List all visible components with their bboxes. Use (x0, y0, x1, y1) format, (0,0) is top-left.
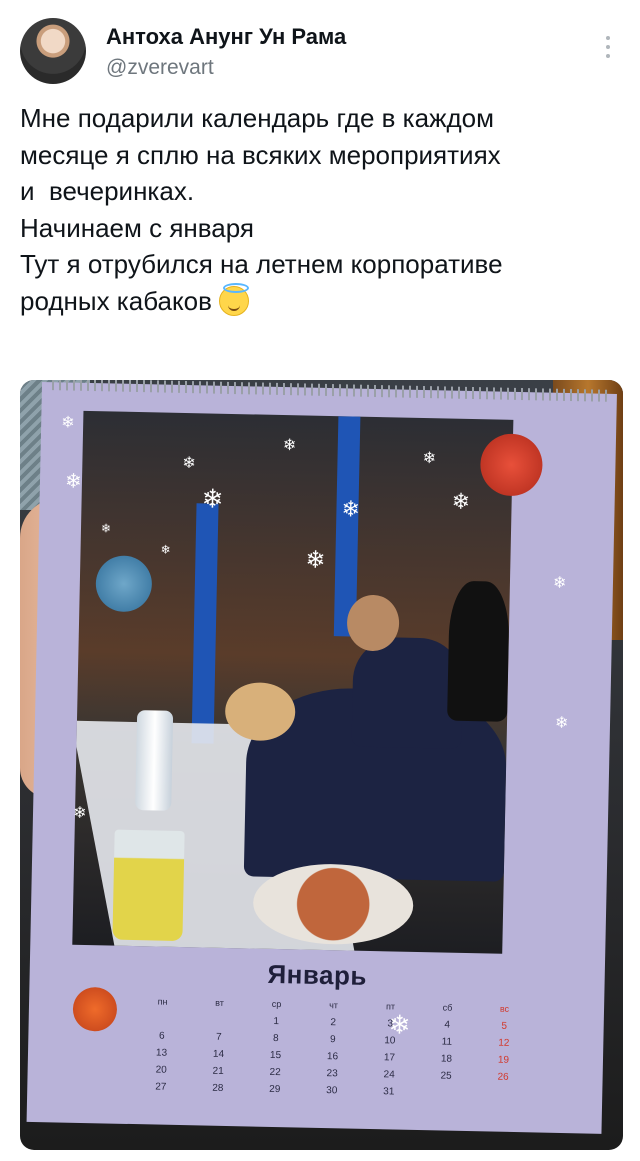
christmas-ball-ornament-icon (479, 433, 544, 497)
christmas-ball-ornament-icon (72, 986, 118, 1032)
calendar-day: 30 (326, 1085, 338, 1097)
month-title: Январь (267, 958, 368, 991)
calendar-day: 14 (212, 1048, 225, 1060)
snowflake-icon: ❄ (182, 454, 196, 473)
calendar-day: 29 (269, 1083, 281, 1096)
water-bottle (135, 710, 174, 811)
calendar-day: 20 (155, 1064, 167, 1076)
calendar-day: 27 (155, 1081, 167, 1093)
pillar (191, 503, 219, 744)
tweet-text-content: Мне подарили календарь где в каждом меся… (20, 103, 503, 316)
calendar-day (474, 1088, 531, 1106)
snowflake-icon: ❄ (554, 714, 569, 733)
username[interactable]: @zverevart (106, 56, 214, 80)
weekday-label: сб (442, 1002, 453, 1013)
display-name[interactable]: Антоха Анунг Ун Рама (106, 24, 346, 50)
calendar-binding (51, 380, 608, 402)
calendar-day: 9 (329, 1034, 336, 1046)
more-options-icon[interactable] (604, 36, 612, 60)
snowflake-icon: ❄ (341, 496, 361, 522)
tweet-text: Мне подарили календарь где в каждом меся… (20, 100, 630, 319)
calendar-day: 4 (444, 1019, 451, 1031)
calendar-day: 12 (498, 1037, 510, 1049)
calendar-day (134, 1013, 191, 1031)
weekday-label: чт (329, 1000, 339, 1011)
standing-person (447, 580, 510, 722)
calendar-day: 1 (273, 1015, 280, 1028)
calendar-day: 3 (387, 1018, 394, 1030)
calendar-day: 16 (326, 1051, 339, 1063)
calendar-day: 7 (215, 1031, 222, 1043)
calendar-day: 25 (440, 1070, 452, 1082)
snowflake-icon: ❄ (64, 470, 82, 493)
calendar-day (190, 1014, 247, 1032)
calendar-day: 17 (383, 1052, 396, 1064)
avatar[interactable] (20, 18, 86, 84)
calendar-day: 10 (384, 1035, 396, 1047)
tweet-photo[interactable]: ❄ ❄ ❄ ❄ ❄ ❄ ❄ ❄ ❄ ❄ ❄ ❄ ❄ ❄ ❄ Январь пн … (20, 380, 623, 1150)
calendar-grid: пн вт ср чт пт сб вс 1 2 3 4 5 6 7 8 9 1… (132, 996, 534, 1106)
snowflake-icon: ❄ (451, 488, 471, 514)
calendar-day: 26 (497, 1071, 509, 1083)
snowflake-icon: ❄ (552, 574, 567, 593)
tweet-header: Антоха Анунг Ун Рама @zverevart (20, 18, 620, 84)
weekday-label: пн (157, 996, 168, 1007)
calendar-day: 21 (212, 1065, 224, 1077)
calendar-day: 13 (155, 1047, 168, 1059)
snowflake-icon: ❄ (422, 449, 437, 468)
weekday-label: ср (271, 998, 282, 1010)
calendar-day: 22 (269, 1066, 281, 1079)
weekday-label: пт (385, 1001, 396, 1012)
glass-of-juice (112, 829, 185, 942)
calendar-day: 18 (440, 1053, 453, 1065)
snowflake-icon: ❄ (201, 483, 224, 514)
calendar-photo: ❄ ❄ ❄ ❄ ❄ ❄ ❄ ❄ ❄ (72, 410, 514, 954)
snowflake-icon: ❄ (72, 804, 87, 823)
calendar-day: 24 (383, 1069, 395, 1081)
snowflake-icon: ❄ (160, 542, 171, 557)
calendar-day: 2 (330, 1017, 337, 1029)
snowflake-icon: ❄ (305, 546, 326, 574)
snowflake-icon: ❄ (100, 521, 112, 536)
calendar-day: 11 (441, 1036, 453, 1048)
calendar-day (417, 1087, 474, 1105)
calendar-day: 8 (272, 1032, 279, 1045)
calendar-day: 15 (269, 1049, 282, 1062)
calendar-day: 5 (501, 1020, 508, 1032)
calendar-day: 31 (383, 1086, 395, 1098)
snowflake-icon: ❄ (61, 414, 75, 432)
calendar-day: 6 (158, 1030, 165, 1042)
calendar-day: 19 (497, 1054, 510, 1066)
weekday-label: вс (499, 1003, 510, 1014)
calendar-day: 23 (326, 1068, 338, 1080)
calendar-day: 28 (212, 1082, 224, 1094)
snowflake-icon: ❄ (282, 437, 297, 455)
smiling-face-with-halo-icon (219, 282, 250, 316)
wall-calendar: ❄ ❄ ❄ ❄ ❄ ❄ ❄ ❄ ❄ ❄ ❄ ❄ ❄ ❄ ❄ Январь пн … (26, 380, 617, 1134)
weekday-label: вт (215, 997, 225, 1008)
